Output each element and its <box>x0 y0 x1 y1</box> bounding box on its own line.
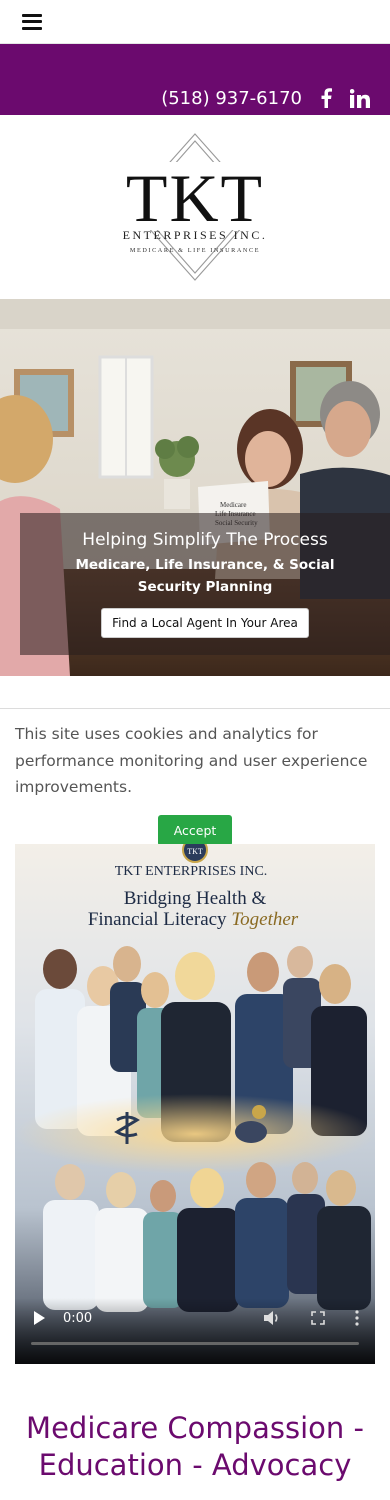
play-icon[interactable] <box>31 1310 47 1326</box>
logo-section: TKT ENTERPRISES INC. MEDICARE & LIFE INS… <box>0 115 390 299</box>
cookie-accept-button[interactable]: Accept <box>158 814 232 846</box>
section-title: Medicare Compassion - Education - Advoca… <box>26 1411 364 1483</box>
cookie-banner: This site uses cookies and analytics for… <box>0 708 390 846</box>
video-brand: TKT ENTERPRISES INC. <box>115 864 268 879</box>
hero-subtitle: Medicare, Life Insurance, & Social Secur… <box>75 557 335 595</box>
facebook-icon[interactable] <box>320 88 332 108</box>
video-headline-1: Bridging Health & <box>124 888 267 909</box>
promo-video-player[interactable]: TKT TKT ENTERPRISES INC. Bridging Health… <box>15 844 375 1364</box>
hero-banner: Medicare Life Insurance Social Security … <box>0 299 390 676</box>
svg-text:Financial Literacy Together: Financial Literacy Together <box>88 909 299 930</box>
find-agent-button[interactable]: Find a Local Agent In Your Area <box>101 608 309 639</box>
hero-title: Helping Simplify The Process <box>82 530 328 550</box>
more-options-icon[interactable] <box>355 1310 359 1326</box>
video-progress-bar[interactable] <box>31 1342 359 1345</box>
video-time: 0:00 <box>63 1310 93 1326</box>
hamburger-menu-icon[interactable] <box>22 13 42 30</box>
top-nav-bar <box>0 0 390 44</box>
video-headline-2a: Financial Literacy <box>88 909 232 930</box>
fullscreen-icon[interactable] <box>311 1311 325 1325</box>
hero-overlay: Helping Simplify The Process Medicare, L… <box>20 513 390 655</box>
logo-company-text: ENTERPRISES INC. <box>123 228 268 242</box>
cookie-message: This site uses cookies and analytics for… <box>15 725 368 797</box>
video-poster: TKT TKT ENTERPRISES INC. Bridging Health… <box>15 844 375 1364</box>
svg-text:Medicare: Medicare <box>220 501 246 509</box>
logo-main-text: TKT <box>126 160 264 236</box>
contact-bar: (518) 937-6170 <box>0 44 390 115</box>
social-links <box>320 88 370 108</box>
video-controls: 0:00 <box>15 1298 375 1364</box>
phone-link[interactable]: (518) 937-6170 <box>161 90 302 108</box>
logo-tagline-text: MEDICARE & LIFE INSURANCE <box>130 247 260 254</box>
volume-icon[interactable] <box>263 1310 281 1326</box>
video-headline-2b: Together <box>231 909 298 930</box>
video-badge: TKT <box>187 847 203 856</box>
company-logo[interactable]: TKT ENTERPRISES INC. MEDICARE & LIFE INS… <box>110 132 280 282</box>
linkedin-icon[interactable] <box>350 88 370 108</box>
